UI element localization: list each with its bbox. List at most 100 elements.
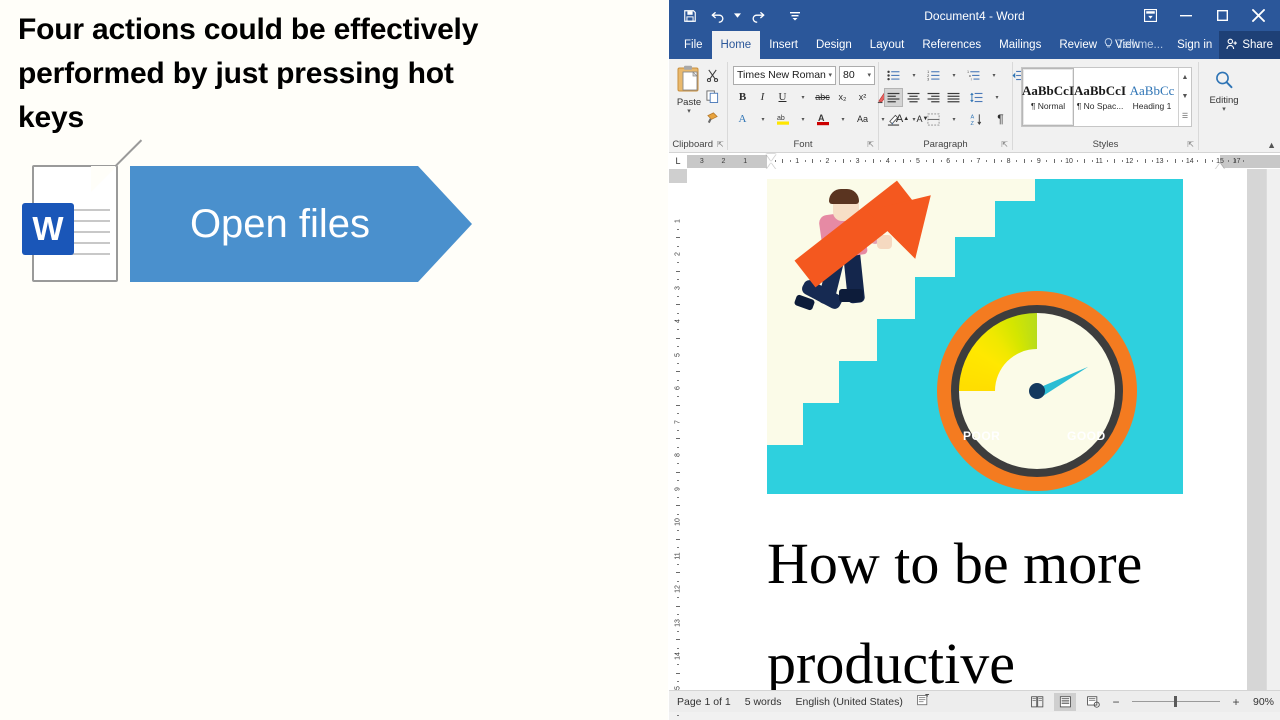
styles-scroll-down-icon[interactable]: ▼ (1179, 87, 1191, 106)
change-case-button[interactable]: Aa (853, 110, 872, 129)
font-size-chevron-down-icon[interactable]: ▾ (867, 71, 874, 79)
document-body-text[interactable]: How to be more productive (767, 514, 1207, 690)
borders-button[interactable] (924, 110, 943, 129)
open-files-banner[interactable]: Open files (130, 166, 472, 282)
tell-me-box[interactable]: Tell me... (1097, 31, 1170, 59)
borders-chevron-down-icon[interactable]: ▾ (944, 110, 963, 129)
font-size-combobox[interactable]: 80 ▾ (839, 65, 875, 85)
language-indicator[interactable]: English (United States) (795, 696, 902, 708)
vruler-dot (677, 496, 679, 498)
tab-design[interactable]: Design (807, 31, 861, 59)
document-image[interactable]: POOR GOOD (767, 179, 1183, 494)
collapse-ribbon-icon[interactable]: ▲ (1267, 140, 1276, 150)
text-effects-chevron-down-icon[interactable]: ▾ (753, 110, 772, 129)
vruler-dot (677, 446, 679, 448)
zoom-slider-thumb[interactable] (1174, 696, 1177, 707)
close-icon[interactable] (1240, 0, 1276, 31)
font-color-button[interactable]: A (813, 110, 832, 129)
editing-dropdown-icon[interactable]: ▾ (1222, 106, 1226, 113)
bullets-button[interactable] (884, 66, 903, 85)
style-normal[interactable]: AaBbCcI ¶ Normal (1022, 68, 1074, 126)
read-mode-view-button[interactable] (1026, 693, 1048, 711)
sign-in-button[interactable]: Sign in (1170, 31, 1219, 59)
numbering-chevron-down-icon[interactable]: ▾ (944, 66, 963, 85)
editing-button[interactable]: Editing ▾ (1204, 67, 1244, 113)
align-right-button[interactable] (924, 88, 943, 107)
web-layout-view-button[interactable] (1082, 693, 1104, 711)
vruler-tick (676, 471, 680, 473)
style-heading-1[interactable]: AaBbCc Heading 1 (1126, 68, 1178, 126)
strikethrough-button[interactable]: abc (813, 88, 832, 107)
copy-icon[interactable] (703, 87, 722, 105)
bullets-chevron-down-icon[interactable]: ▾ (904, 66, 923, 85)
styles-dialog-launcher-icon[interactable]: ⇱ (1187, 140, 1194, 149)
tab-mailings[interactable]: Mailings (990, 31, 1050, 59)
line-spacing-chevron-down-icon[interactable]: ▾ (987, 88, 1006, 107)
justify-button[interactable] (944, 88, 963, 107)
sort-button[interactable]: AZ (967, 110, 986, 129)
style-no-spacing[interactable]: AaBbCcI ¶ No Spac... (1074, 68, 1126, 126)
ruler-track[interactable]: 3 2 1 1 2 3 4 5 6 7 8 9 10 11 12 13 14 15 17 (687, 154, 1280, 170)
font-name-chevron-down-icon[interactable]: ▾ (828, 71, 835, 79)
multilevel-chevron-down-icon[interactable]: ▾ (984, 66, 1003, 85)
font-dialog-launcher-icon[interactable]: ⇱ (867, 140, 874, 149)
superscript-button[interactable]: x² (853, 88, 872, 107)
print-layout-view-button[interactable] (1054, 692, 1076, 711)
document-page[interactable]: POOR GOOD How to be more productive (687, 169, 1247, 690)
shading-button[interactable] (884, 110, 903, 129)
person-shoe-front (839, 289, 863, 302)
tab-layout[interactable]: Layout (861, 31, 914, 59)
multilevel-list-button[interactable]: 1ai (964, 66, 983, 85)
first-line-indent-marker[interactable] (766, 154, 776, 161)
zoom-slider[interactable] (1128, 695, 1224, 709)
highlight-chevron-down-icon[interactable]: ▾ (793, 110, 812, 129)
shading-chevron-down-icon[interactable]: ▾ (904, 110, 923, 129)
underline-chevron-down-icon[interactable]: ▾ (793, 88, 812, 107)
paste-button[interactable]: Paste ▾ (675, 63, 703, 115)
proofing-errors-icon[interactable] (917, 694, 930, 709)
styles-more-icon[interactable]: ☰ (1179, 107, 1191, 126)
tab-stop-selector[interactable]: L (669, 153, 687, 169)
font-color-chevron-down-icon[interactable]: ▾ (833, 110, 852, 129)
ruler-label-14: 14 (1185, 158, 1194, 165)
clipboard-dialog-launcher-icon[interactable]: ⇱ (717, 140, 724, 149)
italic-button[interactable]: I (753, 88, 772, 107)
ribbon-group-editing: Editing ▾ (1199, 59, 1249, 152)
tab-references[interactable]: References (913, 31, 990, 59)
bold-button[interactable]: B (733, 88, 752, 107)
cut-icon[interactable] (703, 66, 722, 84)
word-count[interactable]: 5 words (745, 696, 782, 708)
format-painter-icon[interactable] (703, 108, 722, 126)
ruler-tick (993, 159, 995, 163)
paste-dropdown-icon[interactable]: ▾ (687, 108, 691, 115)
ribbon-display-options-icon[interactable] (1132, 0, 1168, 31)
tab-file[interactable]: File (675, 31, 712, 59)
font-name-combobox[interactable]: Times New Roman ▾ (733, 65, 836, 85)
maximize-icon[interactable] (1204, 0, 1240, 31)
align-left-button[interactable] (884, 87, 903, 107)
subscript-button[interactable]: x₂ (833, 88, 852, 107)
vruler-label-7: 7 (674, 419, 682, 424)
highlight-color-button[interactable]: ab (773, 110, 792, 129)
styles-gallery[interactable]: AaBbCcI ¶ Normal AaBbCcI ¶ No Spac... Aa… (1021, 67, 1192, 127)
styles-gallery-scroll[interactable]: ▲ ▼ ☰ (1178, 68, 1191, 126)
zoom-in-button[interactable]: + (1230, 695, 1242, 709)
text-effects-button[interactable]: A (733, 110, 752, 129)
line-spacing-button[interactable] (967, 88, 986, 107)
tab-home[interactable]: Home (711, 31, 761, 59)
page-indicator[interactable]: Page 1 of 1 (677, 696, 731, 708)
numbering-button[interactable]: 123 (924, 66, 943, 85)
show-formatting-marks-button[interactable]: ¶ (991, 110, 1010, 129)
align-center-button[interactable] (904, 88, 923, 107)
tab-insert[interactable]: Insert (760, 31, 807, 59)
paragraph-dialog-launcher-icon[interactable]: ⇱ (1001, 140, 1008, 149)
share-button[interactable]: Share (1219, 31, 1280, 59)
vruler-dot (677, 597, 679, 599)
status-bar-right: − + 90% (1026, 692, 1274, 711)
minimize-icon[interactable] (1168, 0, 1204, 31)
underline-button[interactable]: U (773, 88, 792, 107)
zoom-level-label[interactable]: 90% (1248, 696, 1274, 708)
styles-scroll-up-icon[interactable]: ▲ (1179, 68, 1191, 87)
vertical-scrollbar[interactable] (1266, 169, 1280, 690)
zoom-out-button[interactable]: − (1110, 695, 1122, 709)
